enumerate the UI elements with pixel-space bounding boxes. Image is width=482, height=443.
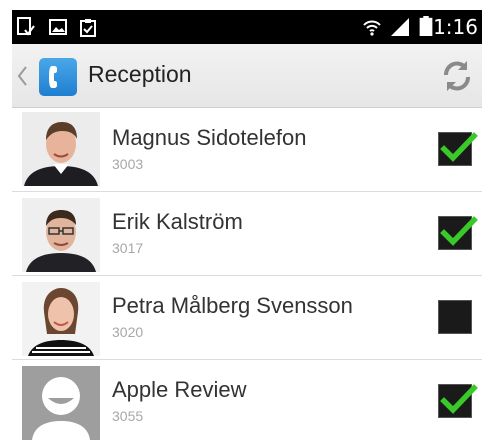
signal-icon (391, 18, 409, 36)
wifi-icon (363, 20, 381, 36)
contact-list: Magnus Sidotelefon 3003 Erik Kalström 30… (12, 108, 482, 443)
checkbox-unchecked[interactable] (438, 300, 472, 334)
avatar (22, 198, 100, 272)
list-item[interactable]: Petra Målberg Svensson 3020 (12, 276, 482, 360)
contact-extension: 3003 (112, 156, 144, 172)
list-item[interactable]: Apple Review 3055 (12, 360, 482, 443)
action-bar: Reception (12, 44, 482, 108)
avatar (22, 282, 100, 356)
refresh-icon[interactable] (440, 58, 474, 94)
check-icon (440, 384, 478, 414)
checkbox-checked[interactable] (438, 216, 478, 250)
avatar-placeholder-icon (22, 366, 100, 440)
contact-name: Magnus Sidotelefon (112, 125, 307, 150)
contact-name: Erik Kalström (112, 209, 243, 234)
list-item[interactable]: Erik Kalström 3017 (12, 192, 482, 276)
contact-name: Apple Review (112, 377, 247, 402)
phone-app-icon[interactable] (39, 58, 77, 96)
contact-name: Petra Målberg Svensson (112, 293, 353, 318)
status-bar: 11:16 (12, 10, 482, 44)
clipboard-icon (80, 19, 96, 37)
avatar (22, 112, 100, 186)
check-icon (440, 132, 478, 162)
list-item[interactable]: Magnus Sidotelefon 3003 (12, 108, 482, 192)
page-title: Reception (88, 61, 192, 87)
contact-extension: 3055 (112, 408, 144, 424)
back-chevron-icon[interactable] (16, 65, 28, 87)
check-icon (440, 216, 478, 246)
contact-extension: 3020 (112, 324, 144, 340)
contact-extension: 3017 (112, 240, 144, 256)
image-icon (49, 19, 67, 35)
checkbox-checked[interactable] (438, 132, 478, 166)
checkbox-checked[interactable] (438, 384, 478, 418)
status-time: 11:16 (420, 15, 478, 39)
notification-icon (17, 17, 35, 36)
